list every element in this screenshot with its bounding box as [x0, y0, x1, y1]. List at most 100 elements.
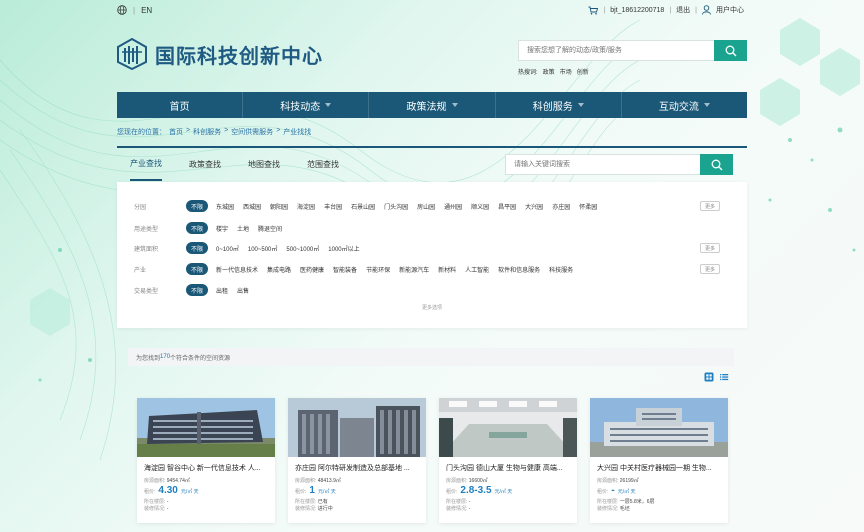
user-icon[interactable]: [702, 5, 711, 15]
nav-item-label: 科创服务: [532, 101, 573, 113]
language-switcher[interactable]: | EN: [117, 5, 152, 15]
rent-label: 租价:: [144, 489, 156, 495]
rent-unit: 元/㎡ 天: [180, 489, 199, 495]
breadcrumb-item[interactable]: 空间供需服务: [231, 127, 273, 137]
decor-value: 毛坯: [619, 506, 630, 512]
filter-option[interactable]: 出售: [237, 286, 249, 295]
main-search-input[interactable]: [518, 40, 714, 61]
filter-option[interactable]: 科技服务: [549, 265, 573, 274]
filter-all-button[interactable]: 不限: [186, 200, 208, 212]
more-filters-toggle[interactable]: 更多选项: [117, 304, 747, 311]
site-logo[interactable]: 国际科技创新中心: [117, 38, 323, 70]
space-card[interactable]: 大兴园 中关村医疗器械园一期 生物... 房源面积: 26199㎡ 租价: - 元/…: [590, 398, 728, 523]
rent-label: 租价:: [295, 489, 307, 495]
tab-industry-search[interactable]: 产业查找: [130, 148, 162, 181]
nav-item-tech-news[interactable]: 科技动态: [243, 92, 370, 118]
filter-option[interactable]: 1000㎡以上: [328, 244, 359, 253]
floor-label: 所在楼层:: [295, 499, 317, 505]
card-title[interactable]: 大兴园 中关村医疗器械园一期 生物...: [597, 463, 721, 473]
breadcrumb-item[interactable]: 首页: [169, 127, 183, 137]
keyword-search-input[interactable]: [505, 154, 700, 175]
nav-item-policy[interactable]: 政策法规: [369, 92, 496, 118]
breadcrumb-sep: >: [186, 127, 191, 134]
filter-more-button[interactable]: 更多: [700, 264, 720, 274]
nav-item-services[interactable]: 科创服务: [496, 92, 622, 118]
filter-option[interactable]: 西城园: [243, 202, 261, 211]
tab-map-search[interactable]: 地图查找: [248, 148, 280, 181]
space-card[interactable]: 亦庄园 阿尔特研发制造及总部基地 ... 房源面积: 48413.9㎡ 租价: 1…: [288, 398, 426, 523]
filter-option[interactable]: 石景山园: [351, 202, 375, 211]
user-center-link[interactable]: 用户中心: [716, 5, 744, 15]
filter-option[interactable]: 大兴园: [525, 202, 543, 211]
breadcrumb-item[interactable]: 科创服务: [193, 127, 221, 137]
rent-price: 4.30: [158, 485, 178, 496]
filter-option[interactable]: 土地: [237, 224, 249, 233]
filter-label: 建筑面积: [134, 246, 159, 253]
filter-option[interactable]: 出租: [216, 286, 228, 295]
rent-unit: 元/㎡ 天: [617, 489, 636, 495]
filter-option[interactable]: 门头沟园: [384, 202, 408, 211]
filter-option[interactable]: 0~100㎡: [216, 244, 239, 253]
cart-icon[interactable]: [588, 6, 599, 15]
nav-item-interaction[interactable]: 互动交流: [622, 92, 747, 118]
filter-option[interactable]: 新材料: [438, 265, 456, 274]
decor-value: 进行中: [317, 506, 333, 512]
floor-value: -: [468, 499, 471, 505]
filter-option[interactable]: 节能环保: [366, 265, 390, 274]
breadcrumb-item[interactable]: 产业找找: [283, 127, 311, 137]
filter-option[interactable]: 东城园: [216, 202, 234, 211]
card-image: [137, 398, 275, 457]
filter-option[interactable]: 怀柔园: [579, 202, 597, 211]
rent-label: 租价:: [446, 489, 458, 495]
card-image: [439, 398, 577, 457]
hot-word-link[interactable]: 政策: [543, 67, 555, 76]
filter-more-button[interactable]: 更多: [700, 243, 720, 253]
filter-option[interactable]: 亦庄园: [552, 202, 570, 211]
hot-word-link[interactable]: 市场: [560, 67, 572, 76]
filter-option[interactable]: 医药健康: [300, 265, 324, 274]
filter-option[interactable]: 顺义园: [471, 202, 489, 211]
hot-word-link[interactable]: 创新: [577, 67, 589, 76]
filter-option[interactable]: 腾退空间: [258, 224, 282, 233]
decor-value: -: [468, 506, 471, 512]
space-card[interactable]: 海淀园 智谷中心 新一代信息技术 人... 房源面积: 9454.74㎡ 租价:…: [137, 398, 275, 523]
filter-option[interactable]: 丰台园: [324, 202, 342, 211]
filter-option[interactable]: 昌平园: [498, 202, 516, 211]
tab-policy-search[interactable]: 政策查找: [189, 148, 221, 181]
lang-en-link[interactable]: EN: [141, 6, 152, 15]
space-card[interactable]: 门头沟园 德山大厦 生物与健康 高端... 房源面积: 16600㎡ 租价: 2.…: [439, 398, 577, 523]
filter-option[interactable]: 通州园: [444, 202, 462, 211]
filter-option[interactable]: 软件和信息服务: [498, 265, 540, 274]
nav-item-home[interactable]: 首页: [117, 92, 244, 118]
username-link[interactable]: bjt_18612200718: [610, 7, 664, 14]
filter-option[interactable]: 智能装备: [333, 265, 357, 274]
grid-view-icon[interactable]: [704, 372, 714, 382]
filter-option[interactable]: 100~500㎡: [248, 244, 278, 253]
user-area: | bjt_18612200718 | 退出 | 用户中心: [588, 5, 744, 15]
logout-link[interactable]: 退出: [676, 5, 690, 15]
filter-option[interactable]: 人工智能: [465, 265, 489, 274]
main-search-button[interactable]: [714, 40, 747, 61]
filter-option[interactable]: 房山园: [417, 202, 435, 211]
filter-option[interactable]: 朝阳园: [270, 202, 288, 211]
breadcrumb-prefix: 您现在的位置：: [117, 129, 166, 136]
keyword-search-button[interactable]: [700, 154, 733, 175]
card-title[interactable]: 门头沟园 德山大厦 生物与健康 高端...: [446, 463, 570, 473]
filter-option[interactable]: 新一代信息技术: [216, 265, 258, 274]
card-title[interactable]: 亦庄园 阿尔特研发制造及总部基地 ...: [295, 463, 419, 473]
filter-option[interactable]: 500~1000㎡: [286, 244, 319, 253]
filter-option[interactable]: 楼宇: [216, 224, 228, 233]
divider: |: [695, 6, 697, 14]
list-view-icon[interactable]: [719, 372, 729, 382]
card-title[interactable]: 海淀园 智谷中心 新一代信息技术 人...: [144, 463, 268, 473]
tab-range-search[interactable]: 范围查找: [307, 148, 339, 181]
filter-all-button[interactable]: 不限: [186, 284, 208, 296]
filter-more-button[interactable]: 更多: [700, 201, 720, 211]
filter-option[interactable]: 新能源汽车: [399, 265, 429, 274]
filter-option[interactable]: 集成电路: [267, 265, 291, 274]
divider: |: [669, 6, 672, 14]
filter-option[interactable]: 海淀园: [297, 202, 315, 211]
filter-all-button[interactable]: 不限: [186, 242, 208, 254]
filter-all-button[interactable]: 不限: [186, 222, 208, 234]
filter-all-button[interactable]: 不限: [186, 263, 208, 275]
